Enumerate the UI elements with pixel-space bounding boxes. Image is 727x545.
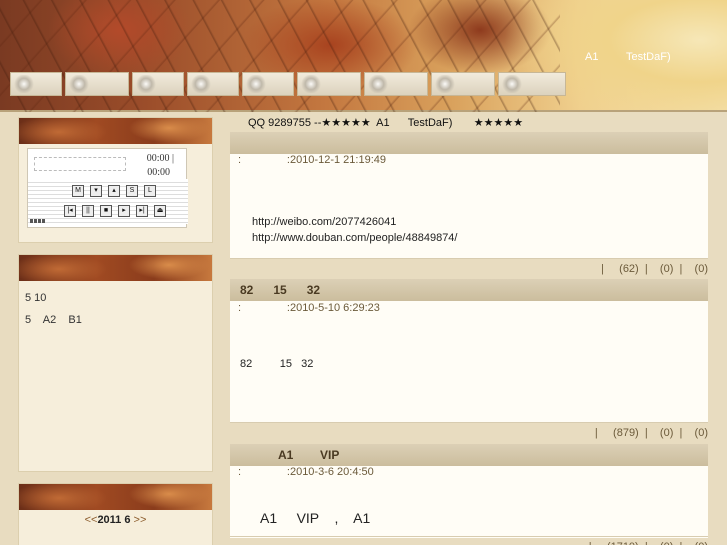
player-time-elapsed: 00:00 | [146, 153, 174, 164]
nav-tab-4[interactable] [187, 72, 239, 96]
mute-button[interactable]: M [72, 185, 84, 197]
calendar-navigation: <<2011 6 >> [18, 514, 213, 526]
ornament-icon [367, 75, 389, 93]
post-footer-stats[interactable]: | (1710) | (0) | (0) [230, 536, 708, 545]
ornament-icon [434, 75, 456, 93]
post-title-bar[interactable]: 82 15 32 [230, 279, 708, 301]
calendar-next-link[interactable]: >> [134, 514, 147, 526]
next-track-button[interactable]: ▸| [136, 205, 148, 217]
nav-tab-3[interactable] [132, 72, 184, 96]
post-title-bar[interactable] [230, 132, 708, 154]
banner-link-a1[interactable]: A1 [585, 51, 598, 63]
post-text: 82 15 32 [240, 358, 314, 370]
volume-up-button[interactable]: ▴ [108, 185, 120, 197]
blog-banner: A1 TestDaF) [0, 0, 727, 112]
nav-tab-2[interactable] [65, 72, 129, 96]
volume-down-button[interactable]: ▾ [90, 185, 102, 197]
previous-track-button[interactable]: |◂ [64, 205, 76, 217]
shuffle-button[interactable]: S [126, 185, 138, 197]
ornament-icon [501, 75, 523, 93]
banner-link-testdaf[interactable]: TestDaF) [626, 51, 671, 63]
eject-button[interactable]: ⏏ [154, 205, 166, 217]
player-display [34, 157, 126, 171]
post-footer-stats[interactable]: | (62) | (0) | (0) [230, 258, 708, 278]
nav-tab-6[interactable] [297, 72, 361, 96]
post-date: : :2010-3-6 20:4:50 [238, 466, 374, 478]
ornament-icon [13, 75, 35, 93]
post-date: : :2010-5-10 6:29:23 [238, 302, 380, 314]
ornament-icon [190, 75, 212, 93]
blog-intro-text: QQ 9289755 --★★★★★ A1 TestDaF) ★★★★★ [248, 117, 524, 129]
post-title-bar[interactable]: A1 VIP [230, 444, 708, 466]
nav-tab-9[interactable] [498, 72, 566, 96]
ornament-icon [300, 75, 322, 93]
play-button[interactable]: ▸ [118, 205, 130, 217]
nav-tab-1[interactable] [10, 72, 62, 96]
post-link-douban[interactable]: http://www.douban.com/people/48849874/ [252, 232, 457, 244]
nav-tab-7[interactable] [364, 72, 428, 96]
panel-header-image [19, 255, 212, 281]
category-item[interactable]: 5 A2 B1 [25, 309, 206, 331]
panel-header-image [19, 118, 212, 144]
post-date: : :2010-12-1 21:19:49 [238, 154, 386, 166]
category-item[interactable]: 5 10 [25, 287, 206, 309]
music-player: 00:00 | 00:00 M ▾ ▴ S L |◂ || ■ ▸ ▸| ⏏ [27, 148, 188, 228]
pause-button[interactable]: || [82, 205, 94, 217]
categories-panel: 5 10 5 A2 B1 [18, 254, 213, 472]
nav-bar [10, 72, 569, 96]
stop-button[interactable]: ■ [100, 205, 112, 217]
post-footer-stats[interactable]: | (879) | (0) | (0) [230, 422, 708, 442]
calendar-month-label: 2011 6 [97, 514, 131, 526]
post-link-weibo[interactable]: http://weibo.com/2077426041 [252, 216, 396, 228]
nav-tab-8[interactable] [431, 72, 495, 96]
nav-tab-5[interactable] [242, 72, 294, 96]
player-time-total: 00:00 [147, 167, 170, 178]
ornament-icon [135, 75, 157, 93]
ornament-icon [68, 75, 90, 93]
volume-level-indicator [30, 219, 46, 223]
ornament-icon [245, 75, 267, 93]
list-button[interactable]: L [144, 185, 156, 197]
post-text: A1 VIP , A1 [260, 510, 371, 526]
calendar-prev-link[interactable]: << [85, 514, 98, 526]
panel-header-image [19, 484, 212, 510]
